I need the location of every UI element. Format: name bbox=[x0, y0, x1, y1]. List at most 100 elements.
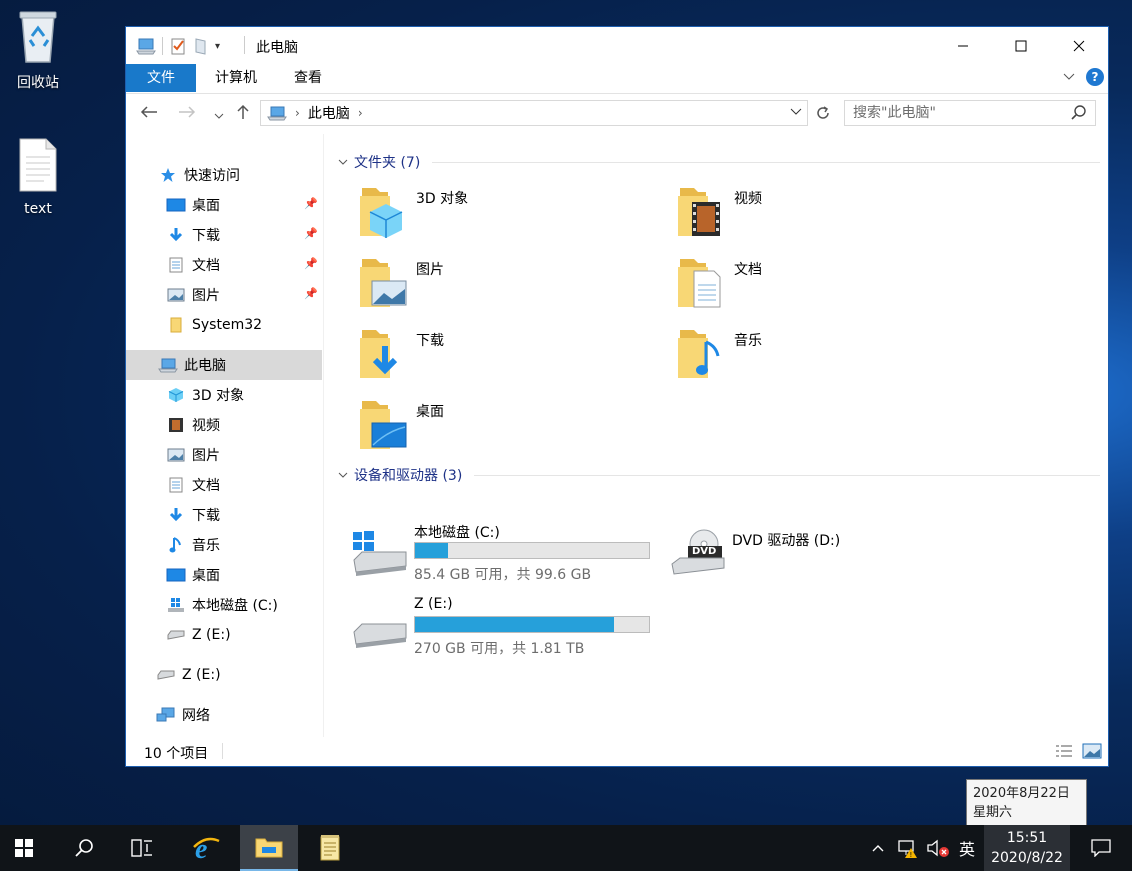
nav-videos[interactable]: 视频 bbox=[126, 410, 322, 440]
nav-quick-downloads[interactable]: 下载 📌 bbox=[126, 220, 322, 250]
properties-icon[interactable] bbox=[169, 37, 187, 55]
nav-network[interactable]: 网络 bbox=[126, 700, 322, 730]
breadcrumb-chevron-icon[interactable]: › bbox=[358, 106, 363, 120]
computer-icon[interactable] bbox=[136, 37, 156, 55]
cube-folder-icon bbox=[360, 188, 403, 238]
address-dropdown-icon[interactable] bbox=[790, 106, 802, 119]
nav-this-pc[interactable]: 此电脑 bbox=[126, 350, 322, 380]
maximize-button[interactable] bbox=[992, 27, 1050, 64]
recent-locations-button[interactable] bbox=[214, 106, 224, 125]
devices-group-header[interactable]: 设备和驱动器 (3) bbox=[338, 465, 462, 485]
download-icon bbox=[166, 226, 186, 244]
chevron-down-icon bbox=[338, 472, 348, 478]
nav-3d-objects[interactable]: 3D 对象 bbox=[126, 380, 322, 410]
desktop-folder-icon bbox=[360, 401, 407, 449]
nav-documents[interactable]: 文档 bbox=[126, 470, 322, 500]
refresh-icon bbox=[817, 106, 829, 119]
folders-group-header[interactable]: 文件夹 (7) bbox=[338, 152, 420, 172]
volume-button[interactable] bbox=[924, 825, 952, 871]
picture-icon bbox=[166, 286, 186, 304]
title-bar[interactable]: ▾ 此电脑 bbox=[126, 27, 1108, 64]
arrow-left-icon bbox=[140, 106, 157, 118]
system-clock[interactable]: 15:51 2020/8/22 bbox=[984, 825, 1070, 871]
customize-toolbar-dropdown-icon[interactable]: ▾ bbox=[215, 41, 220, 52]
ribbon: 文件 计算机 查看 ? bbox=[126, 64, 1108, 94]
search-input[interactable]: 搜索"此电脑" bbox=[844, 100, 1096, 126]
nav-desktop[interactable]: 桌面 bbox=[126, 560, 322, 590]
show-hidden-icons-button[interactable] bbox=[866, 825, 890, 871]
desktop-icon-label: 回收站 bbox=[17, 75, 59, 91]
svg-text:e: e bbox=[195, 834, 207, 863]
nav-local-disk-c[interactable]: 本地磁盘 (C:) bbox=[126, 590, 322, 620]
window-title: 此电脑 bbox=[256, 40, 298, 56]
nav-quick-documents[interactable]: 文档 📌 bbox=[126, 250, 322, 280]
large-icons-view-icon[interactable] bbox=[1082, 743, 1102, 759]
drive-local-disk-c[interactable]: 本地磁盘 (C:) 85.4 GB 可用，共 99.6 GB bbox=[352, 522, 662, 592]
search-button[interactable] bbox=[60, 825, 108, 871]
desktop-icon-recycle-bin[interactable]: 回收站 bbox=[0, 6, 76, 92]
search-placeholder: 搜索"此电脑" bbox=[853, 105, 936, 121]
network-status-button[interactable]: ! bbox=[894, 825, 922, 871]
desktop-icon-text-file[interactable]: text bbox=[0, 137, 76, 217]
drive-z-e[interactable]: Z (E:) 270 GB 可用，共 1.81 TB bbox=[352, 596, 662, 666]
navigation-pane: 快速访问 桌面 📌 下载 📌 文档 📌 图片 📌 System32 此电脑 3D… bbox=[126, 134, 324, 737]
nav-pictures[interactable]: 图片 bbox=[126, 440, 322, 470]
nav-quick-access[interactable]: 快速访问 bbox=[126, 160, 322, 190]
nav-quick-desktop[interactable]: 桌面 📌 bbox=[126, 190, 322, 220]
folder-documents[interactable]: 文档 bbox=[676, 253, 976, 315]
drive-dvd-d[interactable]: DVD DVD 驱动器 (D:) bbox=[670, 522, 980, 592]
nav-z-drive[interactable]: Z (E:) bbox=[126, 660, 322, 690]
pin-icon[interactable]: 📌 bbox=[304, 197, 318, 210]
minimize-button[interactable] bbox=[934, 27, 992, 64]
refresh-button[interactable] bbox=[812, 100, 834, 126]
tab-file[interactable]: 文件 bbox=[126, 64, 196, 92]
nav-drive-e[interactable]: Z (E:) bbox=[126, 620, 322, 650]
tab-view[interactable]: 查看 bbox=[278, 64, 338, 92]
address-bar[interactable]: › 此电脑 › bbox=[260, 100, 808, 126]
file-explorer-taskbar-button[interactable] bbox=[240, 825, 298, 871]
breadcrumb-this-pc[interactable]: 此电脑 bbox=[308, 103, 350, 123]
folder-music[interactable]: 音乐 bbox=[676, 324, 976, 386]
pin-icon[interactable]: 📌 bbox=[304, 287, 318, 300]
nav-downloads[interactable]: 下载 bbox=[126, 500, 322, 530]
folder-pictures[interactable]: 图片 bbox=[358, 253, 658, 315]
svg-text:!: ! bbox=[910, 851, 913, 858]
notification-icon bbox=[1091, 839, 1111, 857]
drive-usage-bar bbox=[414, 542, 650, 559]
folder-downloads[interactable]: 下载 bbox=[358, 324, 658, 386]
download-folder-icon bbox=[360, 330, 398, 378]
close-button[interactable] bbox=[1050, 27, 1108, 64]
up-button[interactable] bbox=[236, 104, 250, 124]
notepad-button[interactable] bbox=[306, 825, 354, 871]
forward-button[interactable] bbox=[178, 104, 196, 123]
help-button[interactable]: ? bbox=[1086, 68, 1104, 86]
clock-tooltip: 2020年8月22日 星期六 bbox=[966, 779, 1087, 826]
search-icon bbox=[75, 839, 93, 857]
nav-quick-system32[interactable]: System32 bbox=[126, 310, 322, 340]
chevron-down-icon bbox=[338, 159, 348, 165]
start-button[interactable] bbox=[0, 825, 48, 871]
maximize-icon bbox=[1015, 40, 1027, 51]
folder-desktop[interactable]: 桌面 bbox=[358, 395, 658, 457]
nav-quick-pictures[interactable]: 图片 📌 bbox=[126, 280, 322, 310]
new-folder-icon[interactable] bbox=[193, 37, 209, 55]
expand-ribbon-icon[interactable] bbox=[1062, 72, 1076, 82]
pin-icon[interactable]: 📌 bbox=[304, 257, 318, 270]
input-method-button[interactable]: 英 bbox=[954, 825, 980, 871]
item-count: 10 个项目 bbox=[144, 746, 209, 762]
pin-icon[interactable]: 📌 bbox=[304, 227, 318, 240]
music-note-icon bbox=[166, 536, 186, 554]
task-view-button[interactable] bbox=[118, 825, 166, 871]
internet-explorer-button[interactable]: e bbox=[182, 825, 230, 871]
action-center-button[interactable] bbox=[1084, 825, 1118, 871]
folder-videos[interactable]: 视频 bbox=[676, 182, 976, 244]
status-separator bbox=[222, 743, 223, 759]
nav-music[interactable]: 音乐 bbox=[126, 530, 322, 560]
tab-computer[interactable]: 计算机 bbox=[204, 64, 268, 92]
breadcrumb-separator-icon[interactable]: › bbox=[295, 106, 300, 120]
details-view-icon[interactable] bbox=[1054, 743, 1074, 759]
folder-3d-objects[interactable]: 3D 对象 bbox=[358, 182, 658, 244]
back-button[interactable] bbox=[140, 104, 158, 123]
close-icon bbox=[1073, 40, 1085, 51]
drive-icon bbox=[166, 626, 186, 644]
